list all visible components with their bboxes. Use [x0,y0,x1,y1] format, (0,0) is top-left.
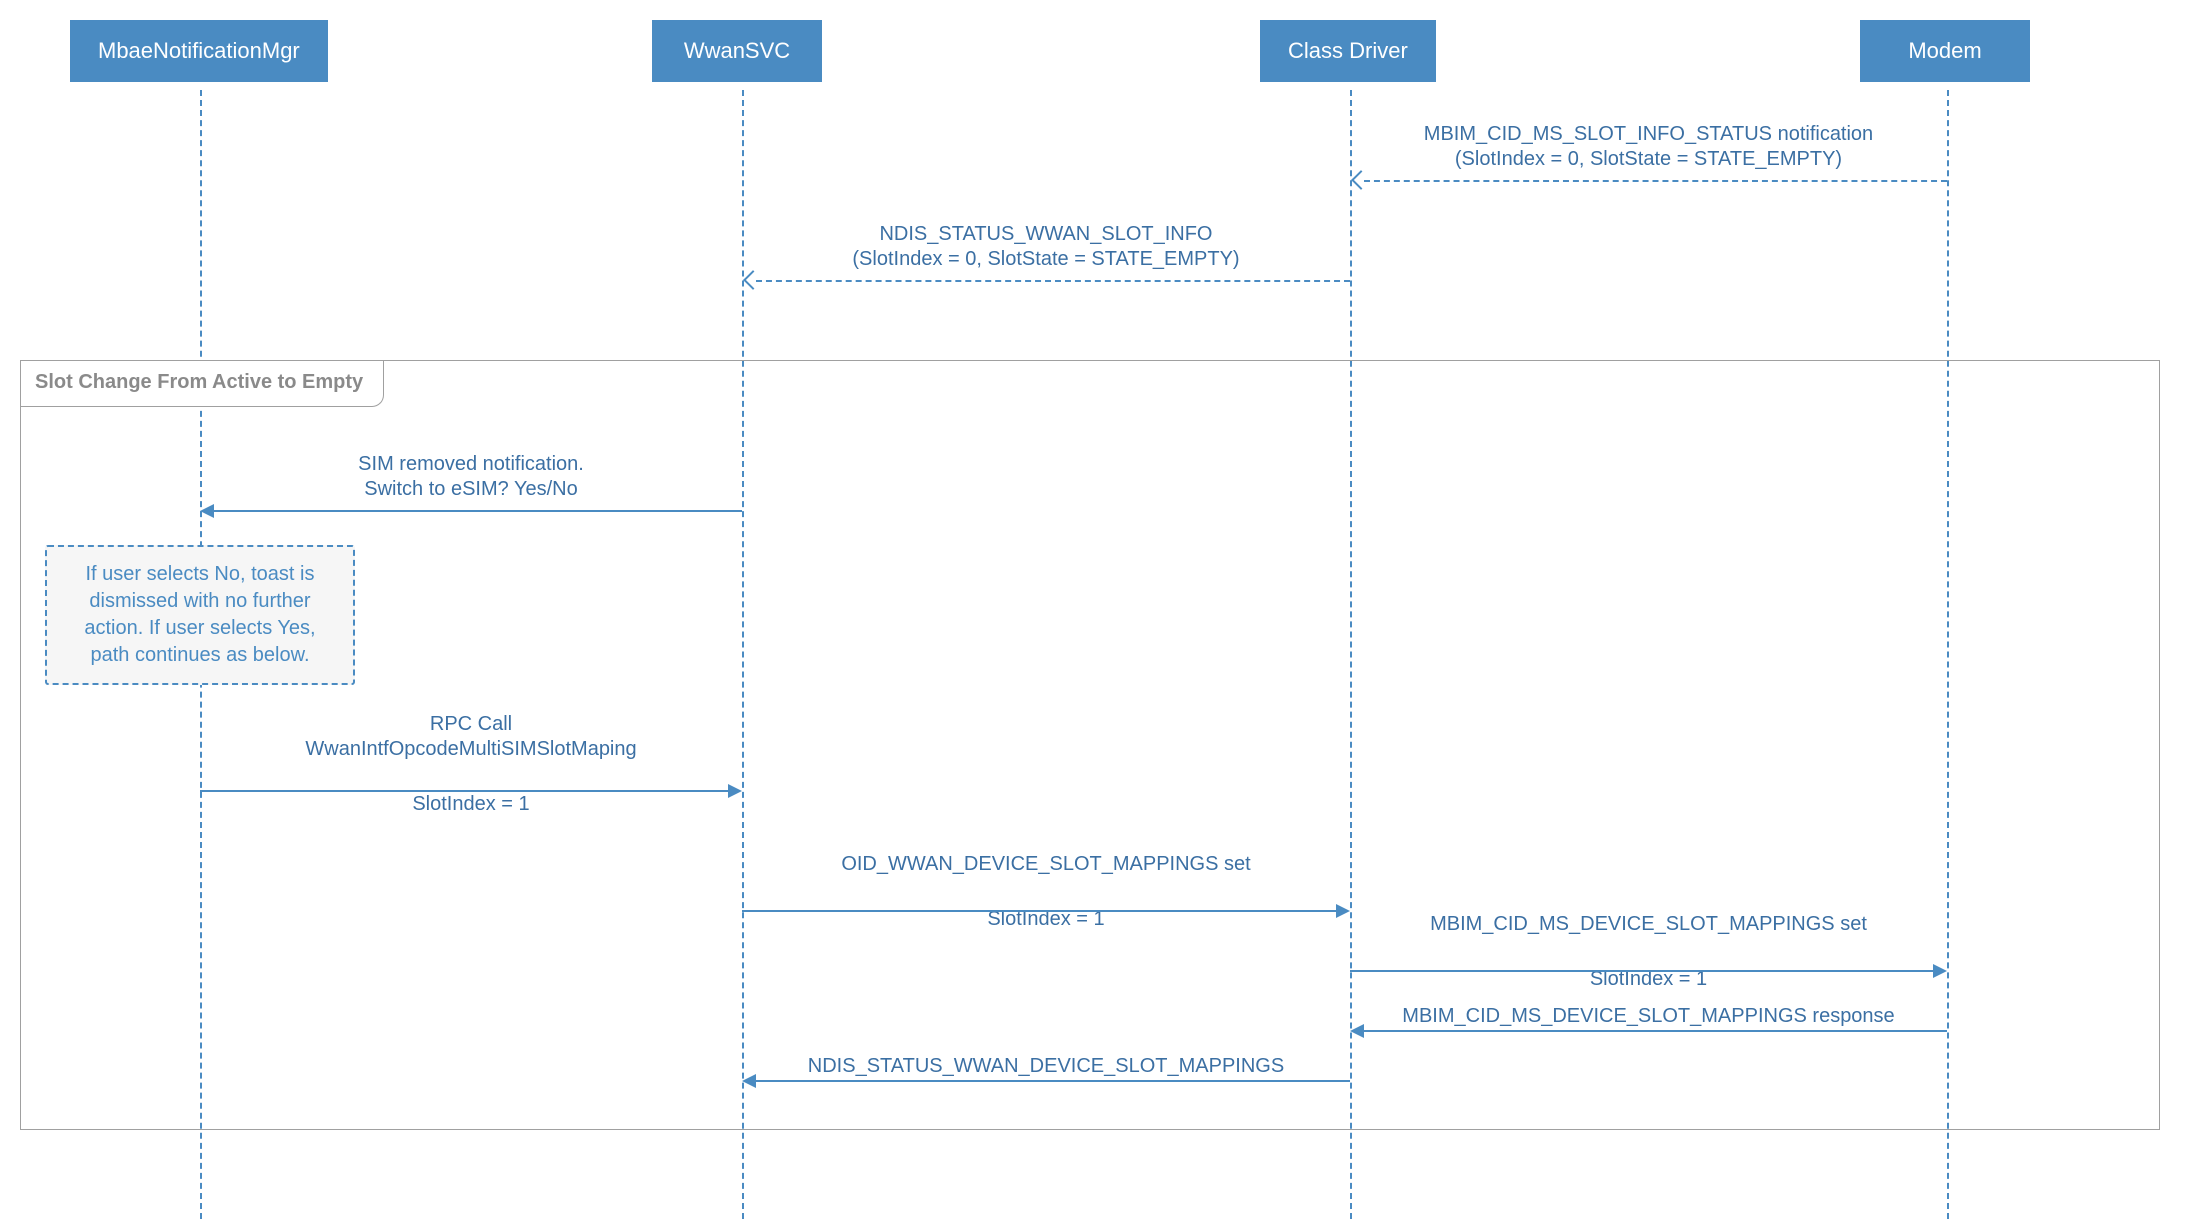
msg-text: MBIM_CID_MS_DEVICE_SLOT_MAPPINGS respons… [1402,1005,1894,1027]
actor-label: Class Driver [1288,38,1408,63]
arrow-icon [1350,1024,1364,1038]
actor-classdriver: Class Driver [1260,20,1436,82]
actor-label: Modem [1908,38,1981,63]
msg-text: MBIM_CID_MS_SLOT_INFO_STATUS notificatio… [1424,123,1873,145]
msg-text: Switch to eSIM? Yes/No [364,478,577,500]
msg-text: (SlotIndex = 0, SlotState = STATE_EMPTY) [852,248,1239,270]
actor-wwan: WwanSVC [652,20,822,82]
arrow-icon [1351,170,1371,190]
msg-mbim-slot-mappings-set: MBIM_CID_MS_DEVICE_SLOT_MAPPINGS set Slo… [1350,930,1947,980]
msg-text: NDIS_STATUS_WWAN_SLOT_INFO [879,223,1212,245]
msg-mbim-slot-mappings-resp: MBIM_CID_MS_DEVICE_SLOT_MAPPINGS respons… [1350,1010,1947,1060]
msg-text: WwanIntfOpcodeMultiSIMSlotMaping [305,738,636,760]
msg-text: NDIS_STATUS_WWAN_DEVICE_SLOT_MAPPINGS [808,1055,1284,1077]
msg-oid-slot-mappings: OID_WWAN_DEVICE_SLOT_MAPPINGS set SlotIn… [742,870,1350,920]
msg-text: MBIM_CID_MS_DEVICE_SLOT_MAPPINGS set [1430,913,1867,935]
arrow-icon [1336,904,1350,918]
msg-rpc-call: RPC Call WwanIntfOpcodeMultiSIMSlotMapin… [200,740,742,790]
actor-label: MbaeNotificationMgr [98,38,300,63]
actor-mbae: MbaeNotificationMgr [70,20,328,82]
arrow-icon [728,784,742,798]
msg-ndis-slot-mappings: NDIS_STATUS_WWAN_DEVICE_SLOT_MAPPINGS [742,1060,1350,1110]
actor-modem: Modem [1860,20,2030,82]
arrow-icon [200,504,214,518]
msg-mbim-slot-info: MBIM_CID_MS_SLOT_INFO_STATUS notificatio… [1350,140,1947,190]
msg-text: SlotIndex = 1 [412,793,529,815]
msg-text: RPC Call [430,713,512,735]
msg-sim-removed: SIM removed notification. Switch to eSIM… [200,470,742,520]
actor-label: WwanSVC [684,38,790,63]
fragment-label: Slot Change From Active to Empty [21,361,384,407]
note-text: If user selects No, toast is dismissed w… [84,563,315,666]
msg-text: SIM removed notification. [358,453,584,475]
msg-ndis-slot-info: NDIS_STATUS_WWAN_SLOT_INFO (SlotIndex = … [742,240,1350,290]
note-user-selection: If user selects No, toast is dismissed w… [45,545,355,685]
arrow-icon [742,1074,756,1088]
arrow-icon [743,270,763,290]
msg-text: (SlotIndex = 0, SlotState = STATE_EMPTY) [1455,148,1842,170]
msg-text: OID_WWAN_DEVICE_SLOT_MAPPINGS set [841,853,1250,875]
arrow-icon [1933,964,1947,978]
